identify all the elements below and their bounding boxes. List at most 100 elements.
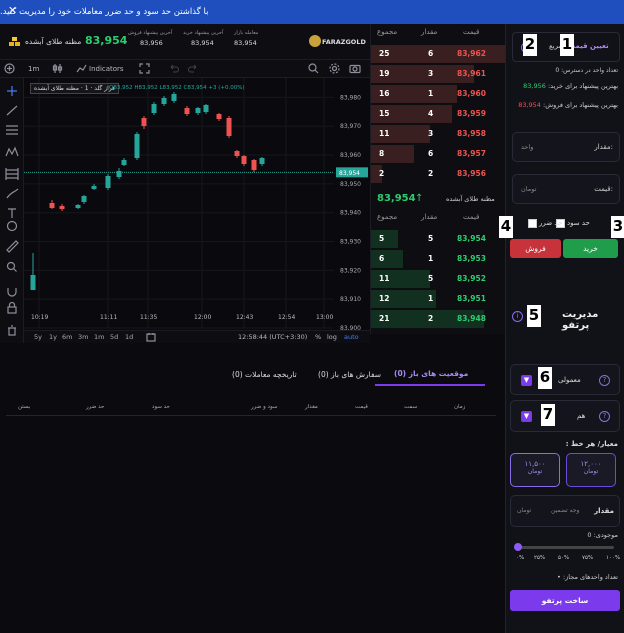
range-6m[interactable]: 6m [62,333,72,341]
measure-icon[interactable] [5,168,19,180]
best-buy-value: 83,956 [523,82,546,90]
buy-button[interactable]: خرید [563,239,618,258]
ask-total: 8 [379,149,385,158]
tick-50[interactable]: ۵۰% [558,555,569,561]
ask-total: 16 [379,89,390,98]
log-toggle[interactable]: log [327,333,337,341]
market-header: مظنه طلای آبشده 83,954 آخرین پیشنهاد فرو… [0,24,370,60]
tab-trade-history[interactable]: تاریخچه معاملات (0) [232,370,297,379]
price-field[interactable]: قیمت: تومان [512,174,620,204]
sell-button[interactable]: فروش [510,239,561,258]
bid-price: 83,948 [457,314,486,323]
amount-field[interactable]: مقدار وجه تضمین تومان [510,495,620,527]
candle-type-icon[interactable] [52,63,63,76]
build-portfolio-button[interactable]: ساخت پرتفو [510,590,620,611]
range-5d[interactable]: 5d [110,333,118,341]
tick-25[interactable]: ۲۵% [534,555,545,561]
settings-icon[interactable] [329,63,340,76]
info-icon[interactable]: i [512,311,523,322]
percent-slider[interactable] [516,546,614,549]
ask-row[interactable]: 8 6 83,957 [371,144,506,164]
bid-row[interactable]: 11 5 83,952 [371,269,506,289]
slider-handle[interactable] [514,543,522,551]
tab-set-price[interactable]: تعیین قیمت [568,42,609,50]
mode-select[interactable]: ▼ معمولی ? [510,364,620,395]
help-icon[interactable]: ? [599,375,610,386]
option-11500[interactable]: ۱۱,۵۰۰ تومان [510,453,560,487]
brush-icon[interactable] [6,188,19,199]
candle-body [161,98,167,104]
indicators-button[interactable]: Indicators [89,65,124,73]
ask-qty: 4 [428,109,434,118]
pattern-icon[interactable] [5,146,19,157]
ruler-icon[interactable] [6,240,19,253]
close-icon[interactable]: ✕ [8,4,17,17]
price-chart[interactable]: 83,980 83,970 83,960 83,950 83,940 83,930 83,9… [24,78,370,343]
trash-icon[interactable] [8,325,16,336]
crosshair-icon[interactable] [7,86,17,96]
ask-row[interactable]: 25 6 83,962 [371,44,506,64]
ask-row[interactable]: 15 4 83,959 [371,104,506,124]
col-qty: مقدار [421,28,438,36]
badge-4: 4 [499,216,513,238]
range-3m[interactable]: 3m [78,333,88,341]
range-1d[interactable]: 1d [125,333,133,341]
lock-icon[interactable] [7,301,17,314]
ask-value: 83,956 [140,39,163,47]
zoom-icon[interactable] [6,261,17,272]
bid-row[interactable]: 21 2 83,948 [371,309,506,329]
help-icon[interactable]: ? [599,411,610,422]
add-icon[interactable] [4,63,15,76]
candlestick-chart[interactable]: 83,980 83,970 83,960 83,950 83,940 83,930 83,9… [24,78,370,343]
emoji-icon[interactable] [6,220,18,232]
candle-body [195,108,201,113]
ask-total: 11 [379,129,390,138]
bid-row[interactable]: 5 5 83,954 [371,229,506,249]
magnet-icon[interactable] [7,288,17,297]
range-5y[interactable]: 5y [34,333,42,341]
quantity-field[interactable]: مقدار: واحد [512,132,620,162]
bid-price: 83,952 [457,274,486,283]
bid-row[interactable]: 6 1 83,953 [371,249,506,269]
auto-toggle[interactable]: auto [344,333,359,341]
camera-icon[interactable] [349,63,361,76]
tick-100[interactable]: ۱۰۰% [606,555,620,561]
ask-row[interactable]: 11 3 83,958 [371,124,506,144]
price-tick: 83,980 [340,94,361,101]
stop-loss-checkbox[interactable] [528,219,537,228]
range-1m[interactable]: 1m [94,333,104,341]
ask-qty: 3 [428,69,434,78]
fib-icon[interactable] [6,125,18,135]
redo-icon[interactable] [188,63,199,76]
ask-row[interactable]: 2 2 83,956 [371,164,506,184]
ask-row[interactable]: 19 3 83,961 [371,64,506,84]
tick-75[interactable]: ۷۵% [582,555,593,561]
tab-open-orders[interactable]: سفارش های باز (0) [318,370,381,379]
undo-icon[interactable] [168,63,179,76]
trend-line-icon[interactable] [6,105,18,116]
indicators-icon[interactable] [76,63,87,76]
text-icon[interactable] [8,208,16,218]
bid-price: 83,954 [457,234,486,243]
tab-open-positions[interactable]: موقعیت های باز (0) [394,369,468,378]
date-range-icon[interactable] [146,332,156,344]
qty-unit: واحد [521,143,534,151]
chevron-down-icon[interactable]: ▼ [521,375,532,386]
candle-body [30,275,36,290]
percent-toggle[interactable]: % [315,333,321,341]
hedge-select[interactable]: ▼ هم ? [510,400,620,432]
mid-label: مظنه طلای آبشده [446,195,495,203]
option-12000[interactable]: ۱۲,۰۰۰ تومان [566,453,616,487]
range-1y[interactable]: 1y [49,333,57,341]
tick-0[interactable]: ۰% [516,555,524,561]
hedge-label: هم [577,412,586,420]
price-tick: 83,940 [340,210,361,217]
search-icon[interactable] [308,63,319,76]
bid-row[interactable]: 12 1 83,951 [371,289,506,309]
amount-unit: تومان [517,507,532,514]
ask-row[interactable]: 16 1 83,960 [371,84,506,104]
fullscreen-icon[interactable] [139,63,150,76]
timezone-clock[interactable]: 12:58:44 (UTC+3:30) [238,333,307,341]
interval-selector[interactable]: 1m [28,65,39,73]
chevron-down-icon[interactable]: ▼ [521,411,532,422]
